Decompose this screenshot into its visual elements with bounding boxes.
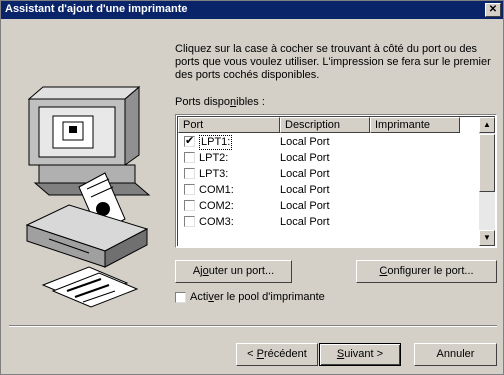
column-header-printer[interactable]: Imprimante (370, 117, 460, 133)
ports-available-label: Ports disponibles : (175, 96, 265, 108)
port-checkbox[interactable] (184, 152, 195, 163)
cancel-button[interactable]: Annuler (414, 343, 497, 366)
column-header-description[interactable]: Description (280, 117, 370, 133)
port-checkbox[interactable] (184, 184, 195, 195)
port-name: LPT3: (199, 168, 229, 180)
arrow-down-icon: ▼ (483, 233, 491, 242)
ports-list-header: Port Description Imprimante (178, 117, 460, 133)
port-name: LPT1: (199, 135, 233, 150)
port-name: LPT2: (199, 152, 229, 164)
arrow-up-icon: ▲ (483, 120, 491, 129)
port-description: Local Port (280, 152, 330, 164)
port-checkbox[interactable] (184, 200, 195, 211)
port-checkbox[interactable] (184, 168, 195, 179)
table-row[interactable]: LPT2: Local Port (178, 150, 460, 166)
printer-pool-option[interactable]: Activer le pool d'imprimante (175, 291, 325, 303)
printed-pages-icon (41, 266, 139, 308)
scroll-up-button[interactable]: ▲ (479, 117, 495, 133)
vertical-scrollbar[interactable]: ▲ ▼ (479, 117, 495, 246)
port-description: Local Port (280, 216, 330, 228)
intro-text: Cliquez sur la case à cocher se trouvant… (175, 43, 491, 81)
table-row[interactable]: COM2: Local Port (178, 198, 460, 214)
computer-monitor-icon (27, 85, 151, 196)
close-button[interactable]: ✕ (485, 3, 501, 17)
next-button[interactable]: Suivant > (319, 343, 401, 366)
ports-list[interactable]: Port Description Imprimante ✔ LPT1: Loca… (175, 114, 497, 248)
scroll-down-button[interactable]: ▼ (479, 230, 495, 246)
previous-button[interactable]: < Précédent (236, 343, 318, 366)
printer-pool-checkbox[interactable] (175, 291, 186, 303)
table-row[interactable]: COM1: Local Port (178, 182, 460, 198)
configure-port-button[interactable]: Configurer le port... (356, 260, 497, 283)
printer-pool-label: Activer le pool d'imprimante (190, 291, 325, 303)
column-header-port[interactable]: Port (178, 117, 280, 133)
port-description: Local Port (280, 200, 330, 212)
table-row[interactable]: ✔ LPT1: Local Port (178, 134, 460, 150)
separator (9, 325, 497, 327)
table-row[interactable]: LPT3: Local Port (178, 166, 460, 182)
wizard-illustration (25, 85, 151, 308)
add-port-button[interactable]: Ajouter un port... (175, 260, 292, 283)
close-icon: ✕ (488, 4, 498, 15)
port-checkbox[interactable]: ✔ (184, 136, 195, 147)
port-description: Local Port (280, 168, 330, 180)
port-name: COM2: (199, 200, 234, 212)
title-bar[interactable]: Assistant d'ajout d'une imprimante ✕ (1, 1, 503, 19)
port-name: COM1: (199, 184, 234, 196)
add-printer-wizard-window: Assistant d'ajout d'une imprimante ✕ Cli… (0, 0, 504, 375)
window-title: Assistant d'ajout d'une imprimante (5, 3, 188, 15)
port-description: Local Port (280, 184, 330, 196)
table-row[interactable]: COM3: Local Port (178, 214, 460, 230)
port-checkbox[interactable] (184, 216, 195, 227)
port-name: COM3: (199, 216, 234, 228)
scroll-thumb[interactable] (479, 134, 495, 192)
port-description: Local Port (280, 136, 330, 148)
